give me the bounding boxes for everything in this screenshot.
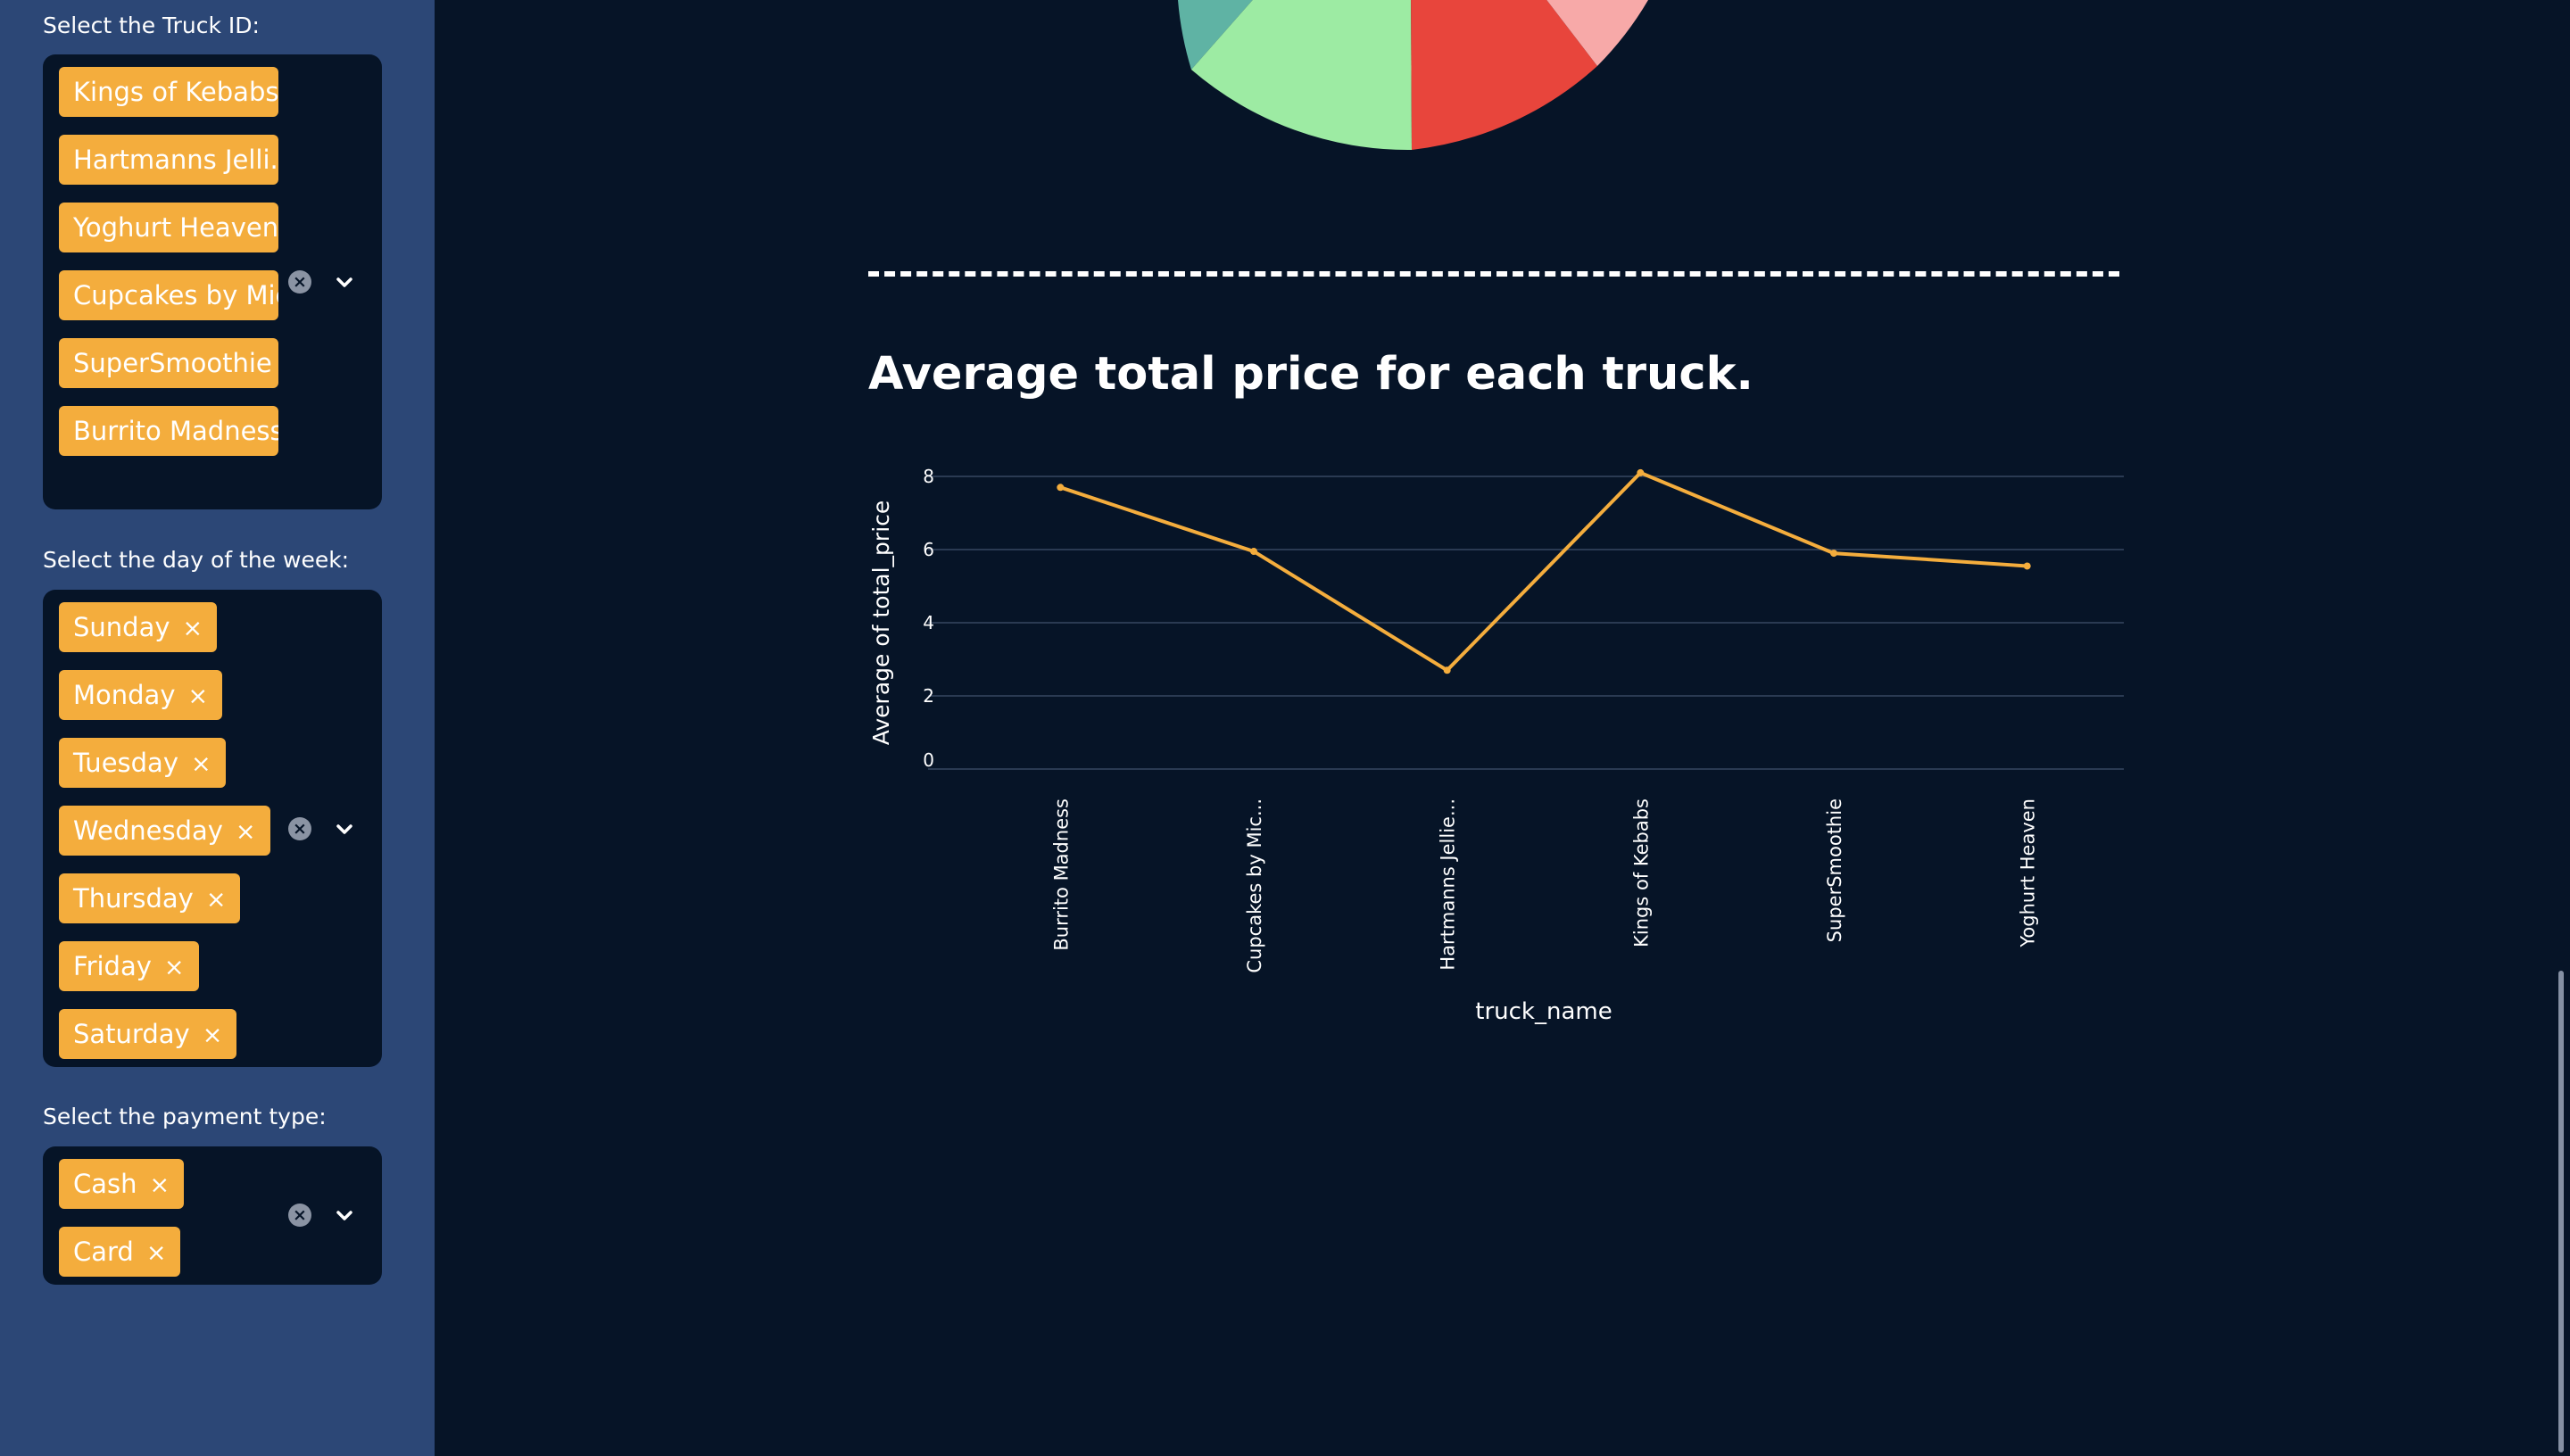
day-tag[interactable]: Sunday × <box>59 602 218 652</box>
y-tick-label: 2 <box>923 685 934 707</box>
truck-tag[interactable]: Yoghurt Heaven× <box>59 203 278 252</box>
data-point[interactable] <box>1057 484 1065 492</box>
section-divider <box>868 271 2119 277</box>
scrollbar[interactable] <box>2558 971 2564 1452</box>
data-point[interactable] <box>1637 468 1645 476</box>
tag-remove-icon[interactable]: × <box>236 807 256 856</box>
tag-remove-icon[interactable]: × <box>183 604 203 652</box>
y-tick-label: 4 <box>923 612 934 633</box>
y-axis-title: Average of total_price <box>868 500 894 746</box>
payment-tag[interactable]: Cash × <box>59 1159 185 1209</box>
sidebar: Select the Truck ID: Kings of Kebabs× Ha… <box>0 0 435 1456</box>
y-tick-label: 0 <box>923 749 934 771</box>
truck-tag[interactable]: Cupcakes by Mic...× <box>59 270 278 320</box>
y-tick-label: 8 <box>923 466 934 487</box>
x-tick-label: Cupcakes by Mic... <box>1244 798 1265 973</box>
data-point[interactable] <box>1443 666 1451 674</box>
day-multiselect[interactable]: Sunday × Monday × Tuesday × Wednesday × Thur… <box>43 590 382 1067</box>
payment-tag[interactable]: Card × <box>59 1227 181 1277</box>
data-point[interactable] <box>1250 548 1257 556</box>
chevron-down-icon[interactable] <box>332 1204 357 1228</box>
chevron-down-icon[interactable] <box>332 817 357 842</box>
pie-chart-partial <box>1178 0 1648 151</box>
tag-remove-icon[interactable]: × <box>191 740 211 788</box>
tag-remove-icon[interactable]: × <box>150 1161 170 1209</box>
chart-title: Average total price for each truck. <box>868 348 1753 401</box>
x-tick-label: Burrito Madness <box>1050 798 1072 951</box>
truck-tag[interactable]: Hartmanns Jelli...× <box>59 135 278 185</box>
tag-remove-icon[interactable]: × <box>146 1228 167 1277</box>
data-point[interactable] <box>2023 562 2031 570</box>
x-tick-label: Kings of Kebabs <box>1630 798 1652 947</box>
day-tag[interactable]: Saturday × <box>59 1009 237 1059</box>
payment-multiselect[interactable]: Cash × Card × × <box>43 1146 382 1285</box>
truck-multiselect[interactable]: Kings of Kebabs× Hartmanns Jelli...× Yog… <box>43 54 382 509</box>
y-tick-label: 6 <box>923 539 934 560</box>
truck-tag[interactable]: SuperSmoothie× <box>59 338 278 388</box>
day-tag[interactable]: Tuesday × <box>59 738 226 788</box>
line-chart: 0 2 4 6 8 Burrito Madness Cupcakes by Mic... Ha… <box>868 466 2124 1025</box>
day-tag[interactable]: Wednesday × <box>59 806 270 856</box>
x-tick-label: SuperSmoothie <box>1824 798 1845 942</box>
day-tag[interactable]: Monday × <box>59 670 223 720</box>
chevron-down-icon[interactable] <box>332 270 357 295</box>
clear-all-icon[interactable]: × <box>288 270 311 294</box>
truck-filter-label: Select the Truck ID: <box>43 12 260 38</box>
x-tick-label: Yoghurt Heaven <box>2018 798 2039 948</box>
day-tag[interactable]: Friday × <box>59 941 199 991</box>
truck-tag[interactable]: Burrito Madness× <box>59 406 278 456</box>
clear-all-icon[interactable]: × <box>288 817 311 840</box>
day-tag[interactable]: Thursday × <box>59 873 241 923</box>
clear-all-icon[interactable]: × <box>288 1204 311 1227</box>
tag-remove-icon[interactable]: × <box>164 943 185 991</box>
tag-remove-icon[interactable]: × <box>206 875 227 923</box>
x-axis-title: truck_name <box>1475 998 1612 1025</box>
truck-tag[interactable]: Kings of Kebabs× <box>59 67 278 117</box>
data-point[interactable] <box>1830 550 1837 558</box>
day-filter-label: Select the day of the week: <box>43 547 350 573</box>
payment-filter-label: Select the payment type: <box>43 1104 327 1129</box>
tag-remove-icon[interactable]: × <box>203 1011 223 1059</box>
series-line[interactable] <box>1059 470 2027 673</box>
tag-remove-icon[interactable]: × <box>188 672 209 720</box>
x-tick-label: Hartmanns Jellie... <box>1438 798 1459 971</box>
